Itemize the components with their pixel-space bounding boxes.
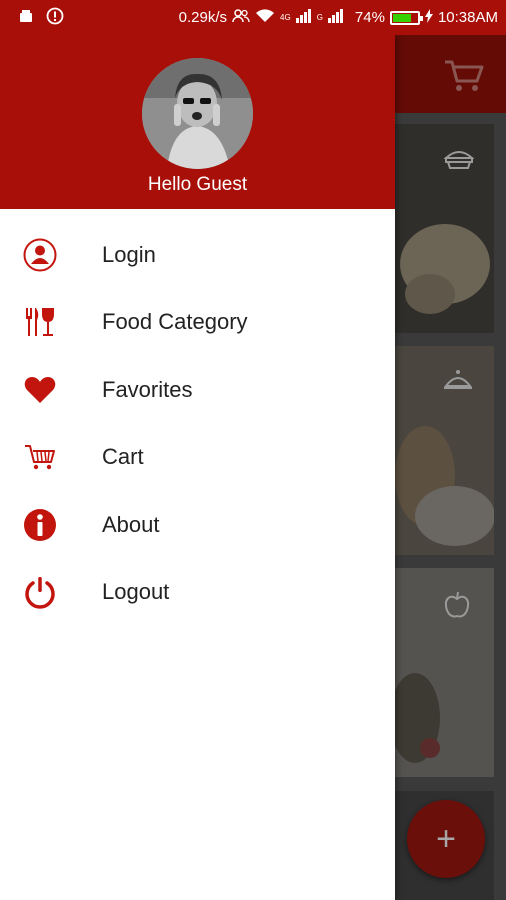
drawer-menu: Login Food Category Favorites Cart About — [0, 221, 395, 626]
network-type-4g: 4G — [280, 13, 291, 22]
greeting-text: Hello Guest — [147, 174, 248, 195]
pie-icon — [443, 146, 475, 175]
network-speed: 0.29k/s — [178, 9, 228, 26]
background-toolbar — [395, 35, 506, 113]
battery-fill — [392, 13, 411, 22]
users-icon — [232, 8, 250, 27]
menu-item-label: Logout — [102, 579, 170, 605]
category-card[interactable] — [395, 124, 494, 333]
status-bar: 0.29k/s 4G G 74% 10:38AM — [0, 0, 506, 35]
menu-item-food-category[interactable]: Food Category — [0, 289, 395, 357]
category-card[interactable] — [395, 568, 494, 777]
drawer-header: Hello Guest — [0, 35, 395, 209]
menu-item-label: Favorites — [102, 376, 193, 402]
cart-icon[interactable] — [443, 59, 485, 98]
charging-icon — [424, 8, 433, 27]
add-button[interactable]: + — [407, 800, 485, 878]
background-app: + — [395, 35, 506, 900]
cloche-icon — [443, 368, 473, 397]
signal-icon — [295, 8, 312, 27]
notification-icon — [18, 9, 34, 27]
battery-icon — [389, 10, 423, 25]
category-card[interactable] — [395, 346, 494, 555]
clock: 10:38AM — [437, 9, 498, 26]
menu-item-label: Cart — [102, 444, 144, 470]
menu-item-label: Login — [102, 241, 156, 267]
menu-item-logout[interactable]: Logout — [0, 559, 395, 627]
heart-icon — [0, 376, 80, 404]
menu-item-cart[interactable]: Cart — [0, 424, 395, 492]
menu-item-label: About — [102, 511, 160, 537]
menu-item-label: Food Category — [102, 309, 248, 335]
battery-percent: 74% — [354, 9, 385, 26]
user-icon — [0, 238, 80, 272]
apple-icon — [443, 590, 471, 625]
wifi-icon — [255, 8, 275, 28]
menu-item-login[interactable]: Login — [0, 221, 395, 289]
navigation-drawer: Hello Guest Login Food Category Favorite… — [0, 35, 395, 900]
power-icon — [0, 575, 80, 609]
menu-item-favorites[interactable]: Favorites — [0, 356, 395, 424]
network-type-g: G — [316, 13, 323, 22]
signal-icon-2 — [327, 8, 344, 27]
cart-icon — [0, 443, 80, 471]
info-icon — [0, 508, 80, 542]
cutlery-glass-icon — [0, 306, 80, 338]
menu-item-about[interactable]: About — [0, 491, 395, 559]
alert-icon — [46, 7, 64, 29]
avatar[interactable] — [142, 58, 253, 169]
